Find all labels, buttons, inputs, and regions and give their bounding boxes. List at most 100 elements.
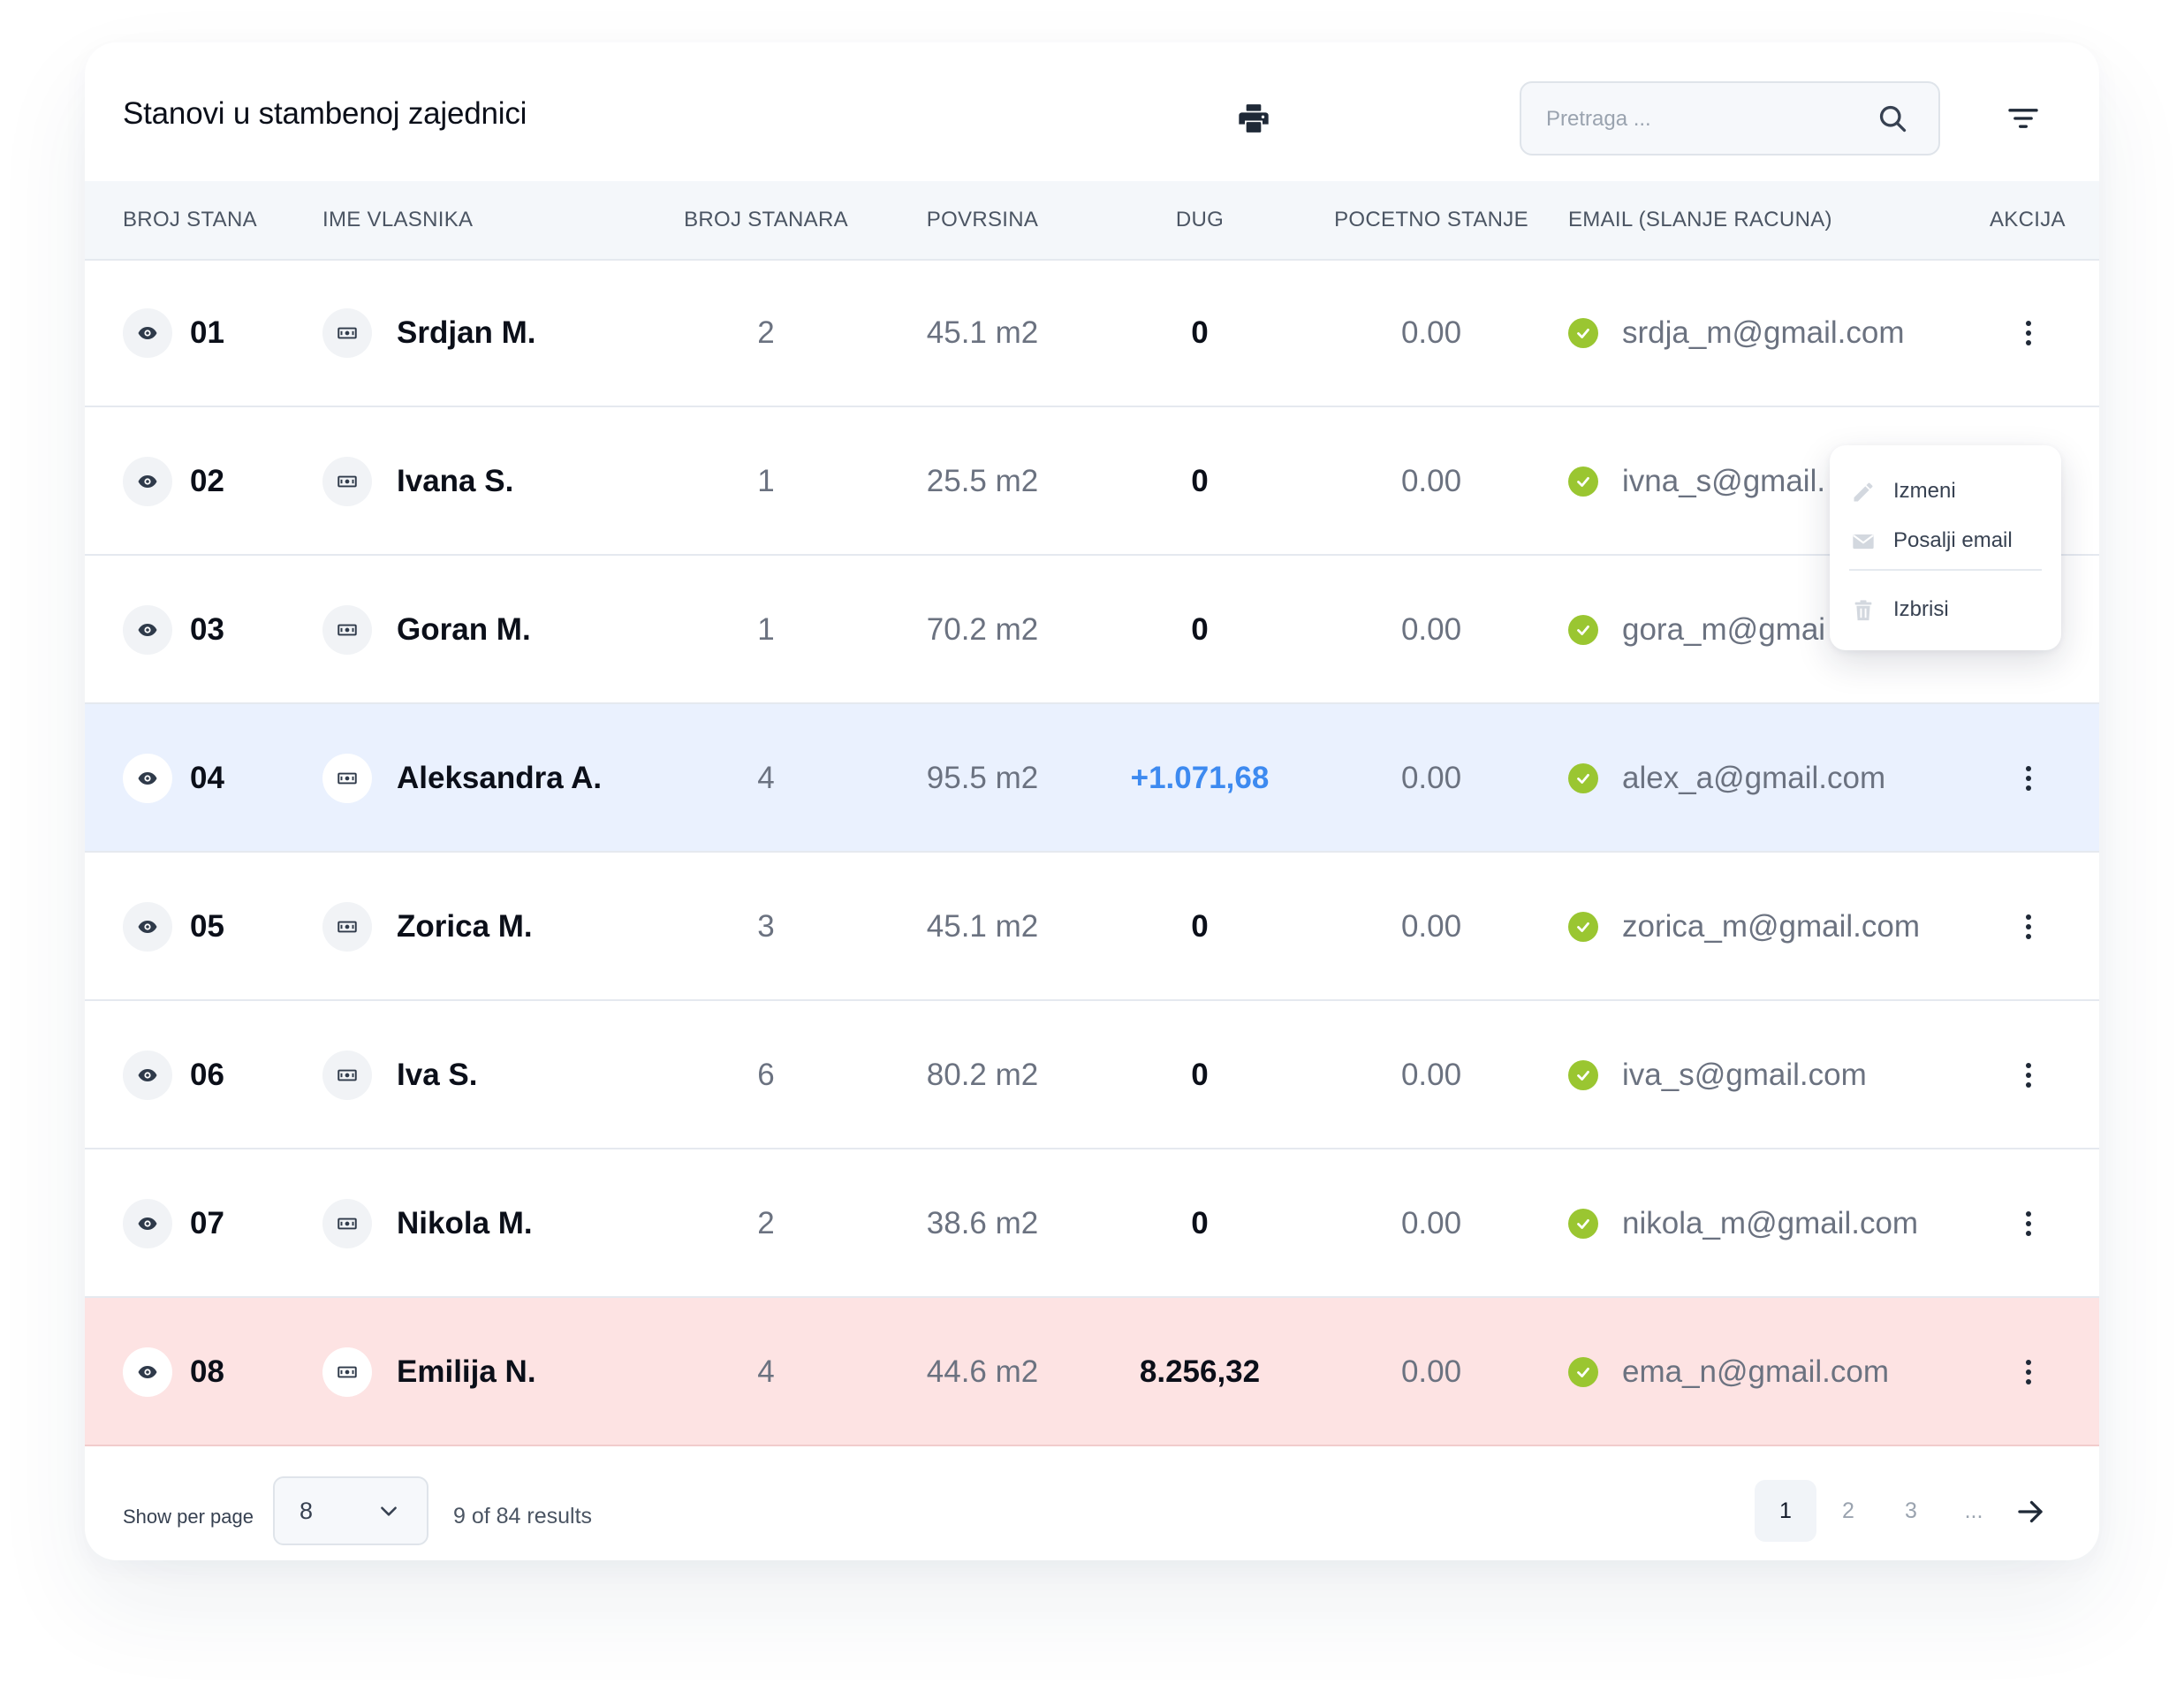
search-input[interactable] xyxy=(1544,83,1866,156)
header-ime-vlasnika[interactable]: IME VLASNIKA xyxy=(322,181,473,259)
header-dug[interactable]: DUG xyxy=(1103,181,1297,259)
apartment-number: 03 xyxy=(190,612,224,647)
area: 70.2 m2 xyxy=(926,612,1039,647)
tenant-count: 4 xyxy=(757,1354,775,1389)
page-ellipsis: ... xyxy=(1964,1498,1983,1523)
email: iva_s@gmail.com xyxy=(1622,1058,1867,1092)
per-page-value: 8 xyxy=(300,1498,314,1524)
opening-balance: 0.00 xyxy=(1400,612,1462,647)
email: nikola_m@gmail.com xyxy=(1622,1206,1919,1240)
apartment-number: 04 xyxy=(190,761,224,795)
email: ivna_s@gmail. xyxy=(1622,464,1826,498)
page-button-1[interactable]: 1 xyxy=(1755,1480,1816,1542)
results-count: 9 of 84 results xyxy=(453,1504,593,1528)
table-row[interactable]: 06 Iva S. 6 80.2 m2 0 0.00 iva_s@gmail.com xyxy=(85,1001,2099,1149)
banknote-icon[interactable] xyxy=(322,308,372,358)
opening-balance: 0.00 xyxy=(1400,1206,1462,1240)
table-row[interactable]: 04 Aleksandra A. 4 95.5 m2 +1.071,68 0.00 alex… xyxy=(85,704,2099,853)
header-broj-stanara[interactable]: BROJ STANARA xyxy=(669,181,863,259)
header-broj-stana[interactable]: BROJ STANA xyxy=(123,181,257,259)
tenant-count: 1 xyxy=(757,464,775,498)
envelope-icon xyxy=(1853,534,1874,550)
banknote-icon[interactable] xyxy=(322,754,372,803)
eye-icon[interactable] xyxy=(123,605,172,655)
opening-balance: 0.00 xyxy=(1400,1058,1462,1092)
menu-item-label: Izmeni xyxy=(1893,479,1956,503)
kebab-menu-icon[interactable] xyxy=(2020,1354,2037,1390)
apartment-number: 05 xyxy=(190,909,224,944)
area: 95.5 m2 xyxy=(926,761,1039,795)
tenant-count: 2 xyxy=(757,315,775,350)
opening-balance: 0.00 xyxy=(1400,909,1462,944)
check-circle-icon xyxy=(1568,318,1598,348)
opening-balance: 0.00 xyxy=(1400,315,1462,350)
check-circle-icon xyxy=(1568,912,1598,942)
email: ema_n@gmail.com xyxy=(1622,1354,1890,1389)
search-box[interactable] xyxy=(1520,81,1940,156)
area: 80.2 m2 xyxy=(926,1058,1039,1092)
kebab-menu-icon[interactable] xyxy=(2020,761,2037,796)
table-row[interactable]: 05 Zorica M. 3 45.1 m2 0 0.00 zorica_m@gmail.c… xyxy=(85,853,2099,1001)
banknote-icon[interactable] xyxy=(322,457,372,506)
eye-icon[interactable] xyxy=(123,754,172,803)
printer-icon[interactable] xyxy=(1236,101,1271,136)
table-row[interactable]: 08 Emilija N. 4 44.6 m2 8.256,32 0.00 ema_n@gm… xyxy=(85,1298,2099,1446)
header-email[interactable]: EMAIL (SLANJE RACUNA) xyxy=(1568,181,1832,259)
eye-icon[interactable] xyxy=(123,308,172,358)
filter-icon[interactable] xyxy=(2006,101,2041,136)
table-row[interactable]: 07 Nikola M. 2 38.6 m2 0 0.00 nikola_m@gmail.c… xyxy=(85,1149,2099,1298)
apartment-number: 02 xyxy=(190,464,224,498)
search-icon[interactable] xyxy=(1877,102,1908,134)
opening-balance: 0.00 xyxy=(1400,1354,1462,1389)
kebab-menu-icon[interactable] xyxy=(2020,315,2037,351)
tenant-count: 1 xyxy=(757,612,775,647)
table-row[interactable]: 03 Goran M. 1 70.2 m2 0 0.00 gora_m@gmai xyxy=(85,556,2099,704)
eye-icon[interactable] xyxy=(123,457,172,506)
menu-item-delete[interactable]: Izbrisi xyxy=(1830,587,2061,633)
arrow-right-icon[interactable] xyxy=(2014,1496,2046,1528)
banknote-icon[interactable] xyxy=(322,605,372,655)
page-button-3[interactable]: 3 xyxy=(1880,1480,1942,1542)
debt: 0 xyxy=(1191,464,1209,498)
table-row[interactable]: 02 Ivana S. 1 25.5 m2 0 0.00 ivna_s@gmail. xyxy=(85,407,2099,556)
menu-item-send-email[interactable]: Posalji email xyxy=(1830,518,2061,564)
owner-name: Srdjan M. xyxy=(397,315,536,350)
debt: 0 xyxy=(1191,909,1209,944)
owner-name: Emilija N. xyxy=(397,1354,536,1389)
kebab-menu-icon[interactable] xyxy=(2020,1206,2037,1241)
eye-icon[interactable] xyxy=(123,1199,172,1248)
check-circle-icon xyxy=(1568,1209,1598,1239)
apartment-number: 06 xyxy=(190,1058,224,1092)
email: alex_a@gmail.com xyxy=(1622,761,1886,795)
area: 44.6 m2 xyxy=(926,1354,1039,1389)
eye-icon[interactable] xyxy=(123,1051,172,1100)
kebab-menu-icon[interactable] xyxy=(2020,1058,2037,1093)
kebab-menu-icon[interactable] xyxy=(2020,909,2037,944)
debt: 0 xyxy=(1191,1206,1209,1240)
menu-item-edit[interactable]: Izmeni xyxy=(1830,468,2061,514)
banknote-icon[interactable] xyxy=(322,902,372,952)
header-povrsina[interactable]: POVRSINA xyxy=(885,181,1080,259)
email: srdja_m@gmail.com xyxy=(1622,315,1905,350)
header-pocetno-stanje[interactable]: POCETNO STANJE xyxy=(1312,181,1551,259)
owner-name: Zorica M. xyxy=(397,909,533,944)
owner-name: Iva S. xyxy=(397,1058,478,1092)
check-circle-icon xyxy=(1568,467,1598,497)
eye-icon[interactable] xyxy=(123,902,172,952)
per-page-select[interactable]: 8 xyxy=(273,1476,428,1545)
email: gora_m@gmai xyxy=(1622,612,1826,647)
banknote-icon[interactable] xyxy=(322,1051,372,1100)
banknote-icon[interactable] xyxy=(322,1347,372,1397)
pencil-icon xyxy=(1854,482,1873,502)
tenant-count: 2 xyxy=(757,1206,775,1240)
eye-icon[interactable] xyxy=(123,1347,172,1397)
table-row[interactable]: 01 Srdjan M. 2 45.1 m2 0 0.00 srdja_m@gmail.co… xyxy=(85,259,2099,407)
owner-name: Aleksandra A. xyxy=(397,761,603,795)
tenant-count: 4 xyxy=(757,761,775,795)
page-button-2[interactable]: 2 xyxy=(1817,1480,1879,1542)
tenant-count: 6 xyxy=(757,1058,775,1092)
email: zorica_m@gmail.com xyxy=(1622,909,1920,944)
menu-divider xyxy=(1849,569,2042,571)
banknote-icon[interactable] xyxy=(322,1199,372,1248)
debt: +1.071,68 xyxy=(1130,761,1270,795)
